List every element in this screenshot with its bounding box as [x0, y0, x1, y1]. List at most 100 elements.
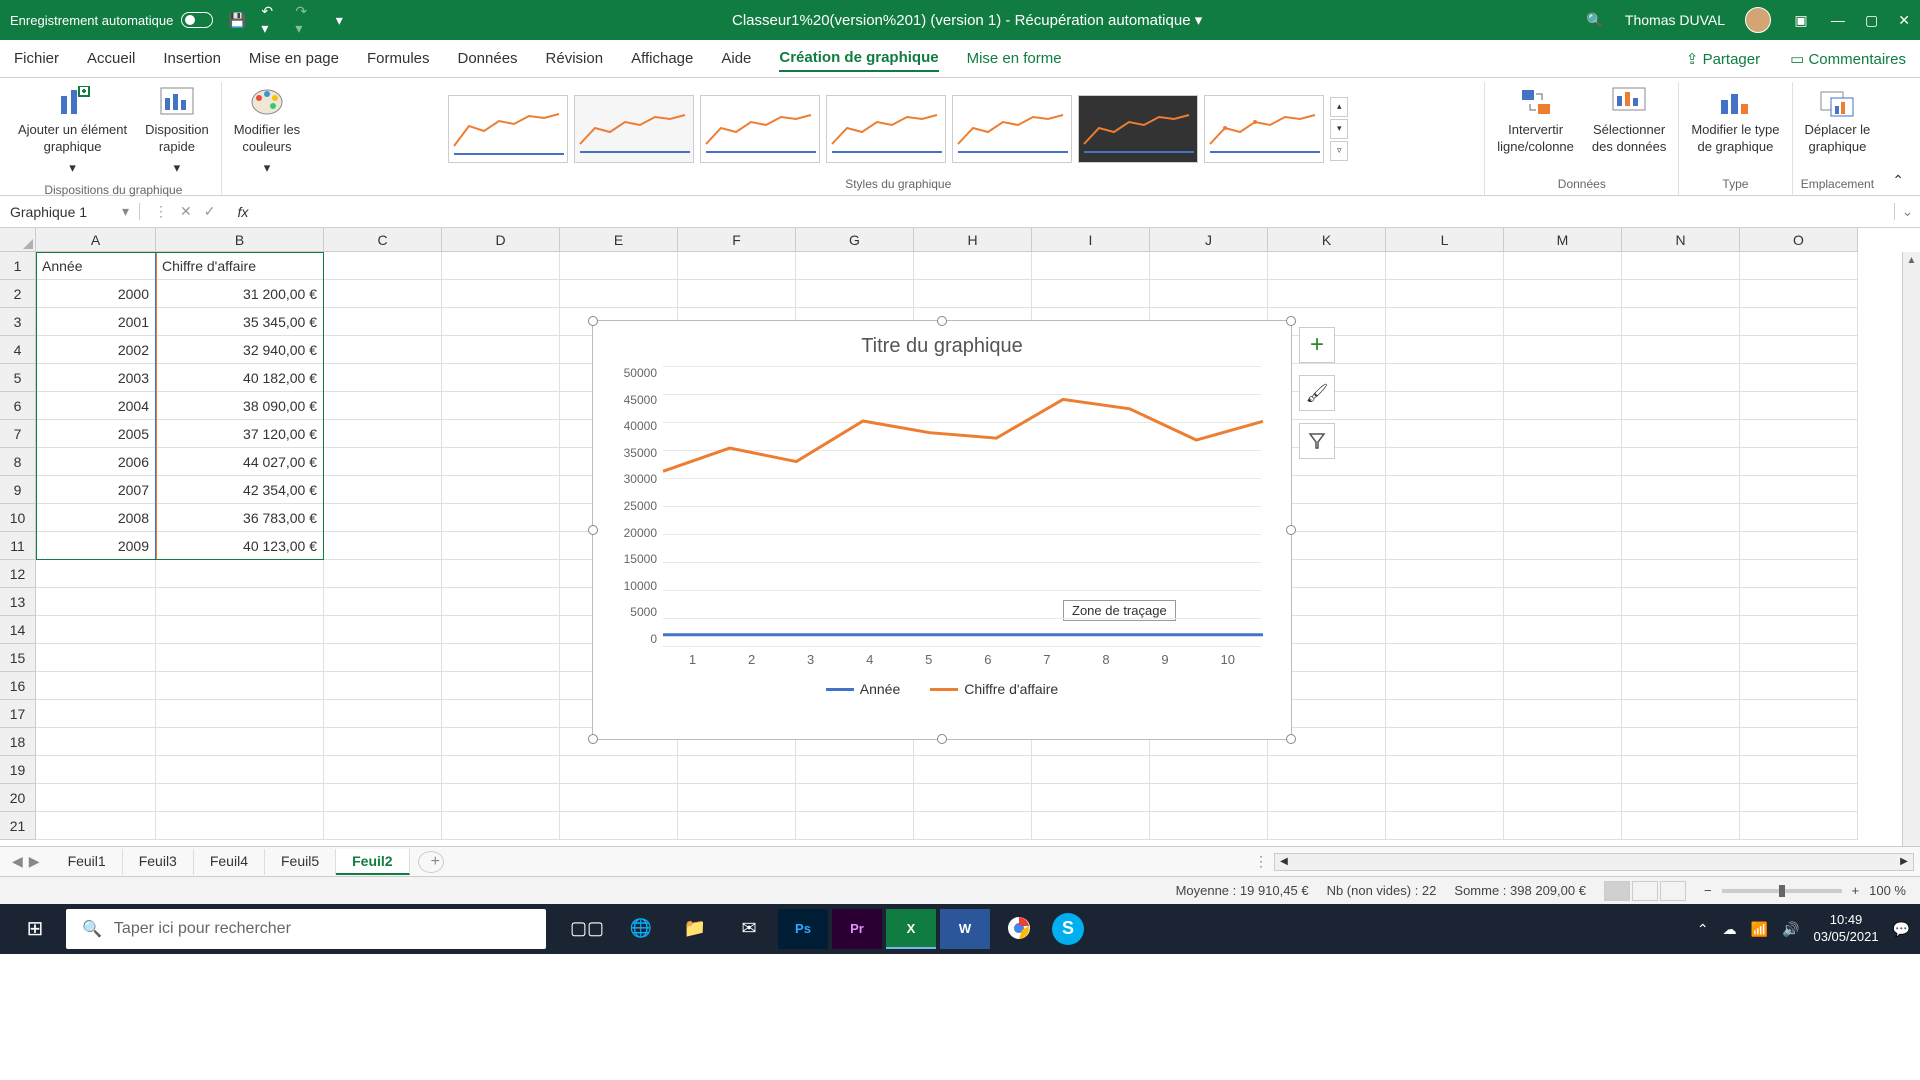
share-button[interactable]: ⇪ Partager: [1686, 46, 1760, 72]
column-header[interactable]: N: [1622, 228, 1740, 252]
add-sheet-button[interactable]: +: [418, 851, 444, 873]
tab-view[interactable]: Affichage: [631, 46, 693, 71]
column-header[interactable]: D: [442, 228, 560, 252]
chart-elements-button[interactable]: +: [1299, 327, 1335, 363]
task-view-icon[interactable]: ▢▢: [562, 909, 612, 949]
tab-options-icon[interactable]: ⋮: [1254, 853, 1268, 870]
column-header[interactable]: A: [36, 228, 156, 252]
horizontal-scrollbar[interactable]: ◀ ▶: [1274, 853, 1914, 871]
edge-icon[interactable]: 🌐: [616, 909, 666, 949]
resize-handle[interactable]: [1286, 734, 1296, 744]
ribbon-options-icon[interactable]: ▣: [1791, 10, 1811, 30]
volume-icon[interactable]: 🔊: [1782, 921, 1799, 938]
column-header[interactable]: B: [156, 228, 324, 252]
row-header[interactable]: 3: [0, 308, 36, 336]
zoom-in-button[interactable]: +: [1852, 883, 1860, 898]
undo-icon[interactable]: ↶ ▾: [261, 10, 281, 30]
mail-icon[interactable]: ✉: [724, 909, 774, 949]
chart-title[interactable]: Titre du graphique: [593, 321, 1291, 366]
tab-file[interactable]: Fichier: [14, 46, 59, 71]
style-gallery-scroll[interactable]: ▴▾▿: [1330, 97, 1348, 161]
row-header[interactable]: 2: [0, 280, 36, 308]
change-colors-button[interactable]: Modifier les couleurs ▾: [228, 82, 306, 181]
row-header[interactable]: 1: [0, 252, 36, 280]
tab-layout[interactable]: Mise en page: [249, 46, 339, 71]
tab-data[interactable]: Données: [458, 46, 518, 71]
resize-handle[interactable]: [1286, 316, 1296, 326]
sheet-tab[interactable]: Feuil5: [265, 849, 336, 875]
chart-style-3[interactable]: [700, 95, 820, 163]
notifications-icon[interactable]: 💬: [1893, 921, 1910, 938]
tab-home[interactable]: Accueil: [87, 46, 135, 71]
resize-handle[interactable]: [588, 525, 598, 535]
switch-row-col-button[interactable]: Intervertir ligne/colonne: [1491, 82, 1580, 160]
fx-icon[interactable]: fx: [229, 204, 256, 220]
customize-qat-icon[interactable]: ▾: [329, 10, 349, 30]
chart-style-2[interactable]: [574, 95, 694, 163]
column-header[interactable]: G: [796, 228, 914, 252]
row-header[interactable]: 18: [0, 728, 36, 756]
tab-review[interactable]: Révision: [546, 46, 604, 71]
row-header[interactable]: 13: [0, 588, 36, 616]
chart-style-5[interactable]: [952, 95, 1072, 163]
row-header[interactable]: 15: [0, 644, 36, 672]
sheet-tab[interactable]: Feuil1: [52, 849, 123, 875]
change-chart-type-button[interactable]: Modifier le type de graphique: [1685, 82, 1785, 160]
accept-formula-icon[interactable]: ✓: [204, 203, 216, 220]
excel-icon[interactable]: X: [886, 909, 936, 949]
select-all-corner[interactable]: [0, 228, 36, 252]
minimize-icon[interactable]: —: [1831, 12, 1845, 29]
start-button[interactable]: ⊞: [10, 909, 60, 949]
column-header[interactable]: F: [678, 228, 796, 252]
sheet-tab[interactable]: Feuil3: [123, 849, 194, 875]
zoom-slider[interactable]: [1722, 889, 1842, 893]
page-layout-view-button[interactable]: [1632, 881, 1658, 901]
comments-button[interactable]: ▭ Commentaires: [1790, 46, 1906, 72]
embedded-chart[interactable]: + 🖌 Titre du graphique 50000450004000035…: [592, 320, 1292, 740]
column-header[interactable]: E: [560, 228, 678, 252]
column-header[interactable]: O: [1740, 228, 1858, 252]
column-header[interactable]: H: [914, 228, 1032, 252]
sheet-tab[interactable]: Feuil2: [336, 849, 409, 875]
chart-style-4[interactable]: [826, 95, 946, 163]
taskbar-clock[interactable]: 10:49 03/05/2021: [1813, 912, 1878, 946]
taskbar-search[interactable]: 🔍 Taper ici pour rechercher: [66, 909, 546, 949]
resize-handle[interactable]: [588, 734, 598, 744]
tab-insert[interactable]: Insertion: [163, 46, 221, 71]
save-icon[interactable]: 💾: [227, 10, 247, 30]
settings-icon[interactable]: ⋮: [154, 203, 168, 220]
column-header[interactable]: K: [1268, 228, 1386, 252]
skype-icon[interactable]: S: [1052, 913, 1084, 945]
row-header[interactable]: 14: [0, 616, 36, 644]
quick-layout-button[interactable]: Disposition rapide ▾: [139, 82, 215, 181]
row-header[interactable]: 20: [0, 784, 36, 812]
row-header[interactable]: 16: [0, 672, 36, 700]
resize-handle[interactable]: [937, 316, 947, 326]
name-box[interactable]: Graphique 1▾: [0, 203, 140, 220]
row-header[interactable]: 11: [0, 532, 36, 560]
row-header[interactable]: 8: [0, 448, 36, 476]
chart-styles-button[interactable]: 🖌: [1299, 375, 1335, 411]
redo-icon[interactable]: ↷ ▾: [295, 10, 315, 30]
wifi-icon[interactable]: 📶: [1751, 921, 1768, 938]
spreadsheet-grid[interactable]: 123456789101112131415161718192021 ABCDEF…: [0, 228, 1920, 846]
premiere-icon[interactable]: Pr: [832, 909, 882, 949]
column-header[interactable]: J: [1150, 228, 1268, 252]
row-header[interactable]: 12: [0, 560, 36, 588]
zoom-level[interactable]: 100 %: [1869, 883, 1906, 898]
row-header[interactable]: 6: [0, 392, 36, 420]
chart-filters-button[interactable]: [1299, 423, 1335, 459]
column-header[interactable]: C: [324, 228, 442, 252]
chart-style-1[interactable]: [448, 95, 568, 163]
add-chart-element-button[interactable]: Ajouter un élément graphique ▾: [12, 82, 133, 181]
chrome-icon[interactable]: [994, 909, 1044, 949]
expand-formula-bar-icon[interactable]: ⌄: [1894, 203, 1920, 220]
page-break-view-button[interactable]: [1660, 881, 1686, 901]
sheet-tab[interactable]: Feuil4: [194, 849, 265, 875]
zoom-out-button[interactable]: −: [1704, 883, 1712, 898]
row-header[interactable]: 19: [0, 756, 36, 784]
row-header[interactable]: 17: [0, 700, 36, 728]
column-header[interactable]: M: [1504, 228, 1622, 252]
toggle-switch-icon[interactable]: [181, 12, 213, 28]
normal-view-button[interactable]: [1604, 881, 1630, 901]
